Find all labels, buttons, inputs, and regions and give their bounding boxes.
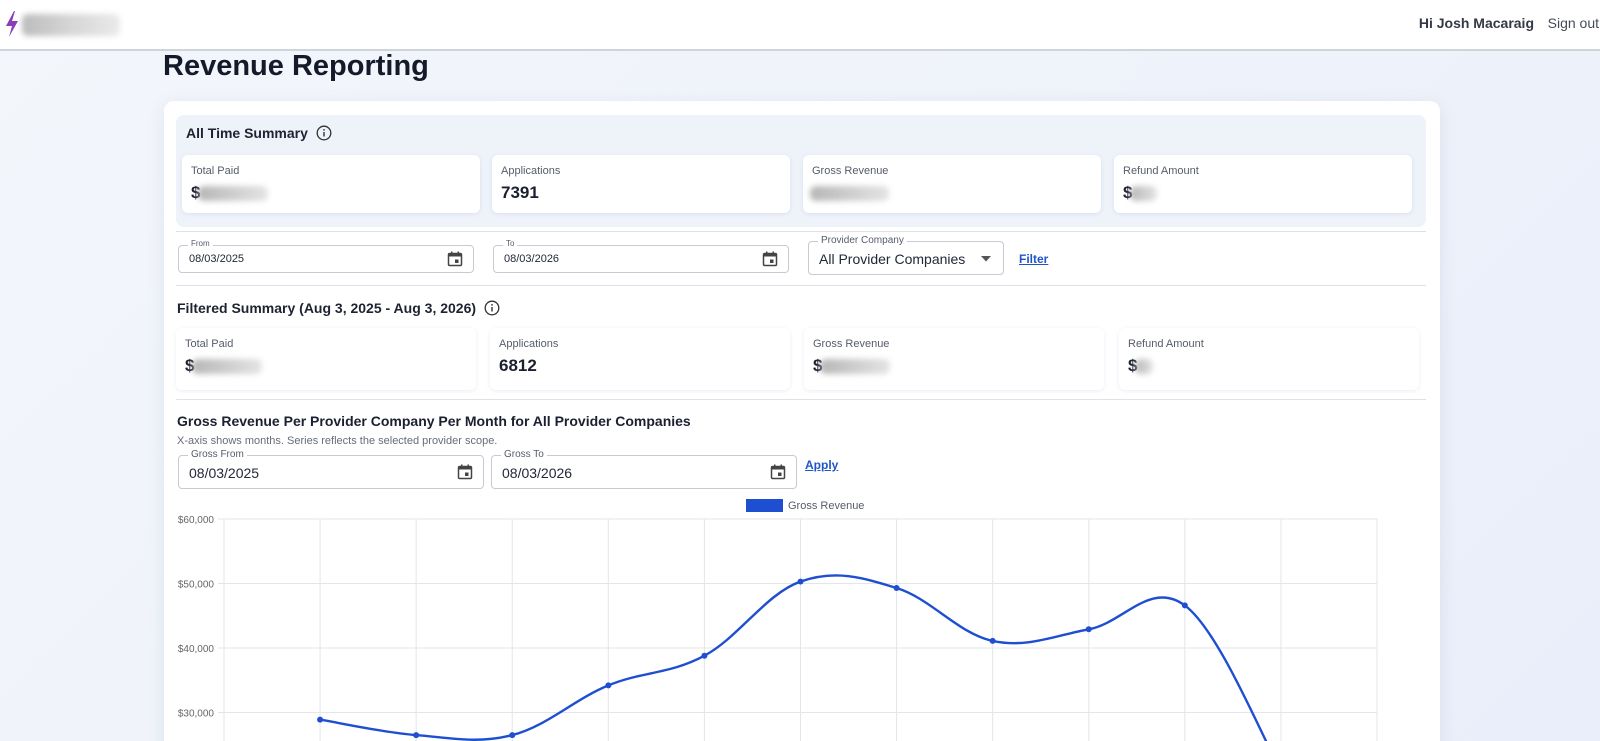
top-bar: Hi Josh Macaraig Sign out [0,0,1600,51]
data-point [989,637,996,644]
all-time-summary-title: All Time Summary [186,125,308,141]
divider [176,285,1426,286]
provider-company-label: Provider Company [818,235,907,246]
gross-from-value[interactable]: 08/03/2025 [189,465,259,481]
stat-value-redacted: $410,207 [185,356,256,376]
app-logo[interactable] [4,8,124,40]
y-tick-label: $50,000 [178,580,215,591]
from-date-label: From [188,239,213,248]
apply-button[interactable]: Apply [805,458,838,472]
stat-label: Applications [501,165,561,177]
from-date-field[interactable]: From 08/03/2025 [178,239,474,273]
stat-value-redacted: $452,423 [191,183,262,203]
stat-value-redacted: $410,207 [813,356,884,376]
stat-label: Refund Amount [1128,338,1204,350]
filtered-summary-title: Filtered Summary (Aug 3, 2025 - Aug 3, 2… [177,300,477,316]
stat-card-refund-amount: Refund Amount $00 [1114,155,1412,213]
gross-to-value[interactable]: 08/03/2026 [502,465,572,481]
data-point [797,578,804,585]
to-date-label: To [503,239,518,248]
stat-card-total-paid: Total Paid $452,423 [182,155,480,213]
stat-card-gross-revenue: Gross Revenue $452,423 [803,155,1101,213]
filtered-stat-card-refund-amount: Refund Amount $0 [1119,328,1419,390]
to-date-value[interactable]: 08/03/2026 [504,253,559,265]
stat-value-redacted: $00 [1123,183,1151,203]
all-time-summary-panel: All Time Summary Total Paid $452,423 App… [176,115,1426,227]
provider-company-select[interactable]: Provider Company All Provider Companies [808,235,1004,275]
stat-value-redacted: $452,423 [812,183,883,203]
to-date-field[interactable]: To 08/03/2026 [493,239,789,273]
data-point [413,732,420,739]
calendar-icon[interactable] [761,250,779,268]
y-tick-label: $40,000 [178,644,215,655]
stat-card-applications: Applications 7391 [492,155,790,213]
filter-button[interactable]: Filter [1019,252,1048,266]
stat-label: Refund Amount [1123,165,1199,177]
filtered-stat-card-gross-revenue: Gross Revenue $410,207 [804,328,1104,390]
stat-label: Applications [499,338,559,350]
data-point [317,716,324,723]
all-time-summary-heading: All Time Summary [186,125,332,141]
info-icon[interactable] [316,125,332,141]
y-tick-label: $30,000 [178,709,215,720]
gross-revenue-line-chart: $60,000 $50,000 $40,000 $30,000 [178,515,1378,741]
data-point [893,585,900,592]
sign-out-link[interactable]: Sign out [1548,15,1599,31]
info-icon[interactable] [484,300,500,316]
gross-chart-title: Gross Revenue Per Provider Company Per M… [177,413,691,429]
data-point [701,652,708,659]
calendar-icon[interactable] [769,463,787,481]
calendar-icon[interactable] [446,250,464,268]
chevron-down-icon [981,256,991,262]
stat-label: Total Paid [185,338,234,350]
report-card: All Time Summary Total Paid $452,423 App… [164,101,1440,741]
divider [176,231,1426,232]
logo-text-redacted [22,14,120,36]
filtered-summary-heading: Filtered Summary (Aug 3, 2025 - Aug 3, 2… [177,300,500,316]
stat-label: Gross Revenue [812,165,889,177]
provider-company-value: All Provider Companies [819,251,966,267]
stat-value-redacted: $0 [1128,356,1147,376]
user-greeting: Hi Josh Macaraig [1418,15,1534,31]
filtered-stat-card-applications: Applications 6812 [490,328,790,390]
stat-value: 6812 [499,356,537,375]
calendar-icon[interactable] [456,463,474,481]
y-tick-label: $60,000 [178,515,215,526]
filtered-stat-card-total-paid: Total Paid $410,207 [176,328,476,390]
data-point [605,682,612,689]
gross-to-date-field[interactable]: Gross To 08/03/2026 [491,449,797,489]
divider [176,399,1426,400]
lightning-bolt-icon [6,11,18,37]
gross-chart-subtitle: X-axis shows months. Series reflects the… [177,435,498,447]
gross-from-label: Gross From [188,449,247,460]
data-point [509,732,516,739]
stat-label: Total Paid [191,165,240,177]
stat-label: Gross Revenue [813,338,890,350]
page-title: Revenue Reporting [163,50,429,82]
data-point [1085,626,1092,633]
stat-value: 7391 [501,183,539,202]
from-date-value[interactable]: 08/03/2025 [189,253,244,265]
data-point [1181,602,1188,609]
gross-to-label: Gross To [501,449,547,460]
gross-from-date-field[interactable]: Gross From 08/03/2025 [178,449,484,489]
